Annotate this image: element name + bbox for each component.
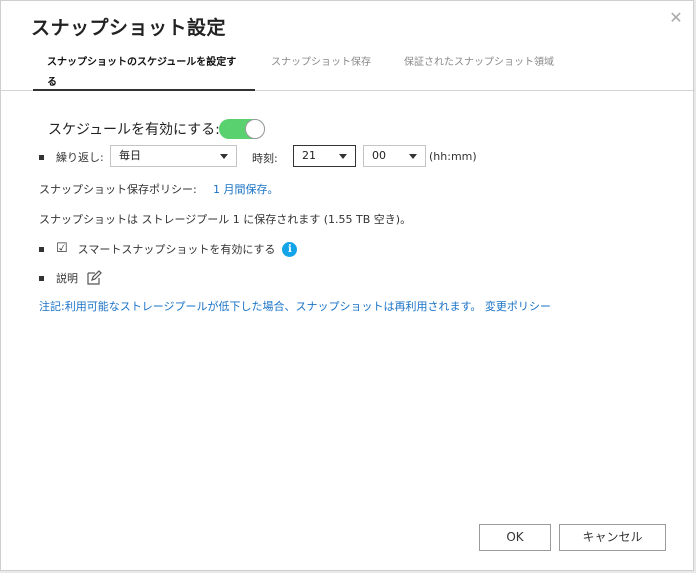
enable-schedule-toggle[interactable] (219, 119, 265, 139)
time-format-hint: (hh:mm) (429, 150, 477, 163)
retention-policy-link[interactable]: 1 月間保存。 (213, 181, 279, 197)
info-icon[interactable]: i (282, 241, 298, 257)
chevron-down-icon (339, 154, 347, 159)
minute-select-value: 00 (372, 149, 386, 162)
retention-policy-label: スナップショット保存ポリシー: (39, 183, 197, 196)
hour-select[interactable]: 21 (293, 145, 356, 167)
note-text: 注記:利用可能なストレージプールが低下した場合、スナップショットは再利用されます… (39, 298, 551, 314)
bullet-icon (39, 246, 44, 252)
enable-schedule-label: スケジュールを有効にする: (48, 122, 220, 138)
smart-snapshot-label: スマートスナップショットを有効にする (77, 243, 276, 256)
chevron-down-icon (409, 154, 417, 159)
description-row: 説明 (39, 269, 102, 287)
enable-schedule-row: スケジュールを有効にする: (48, 120, 220, 138)
note-message: 注記:利用可能なストレージプールが低下した場合、スナップショットは再利用されます… (39, 300, 482, 313)
smart-snapshot-checkbox[interactable]: ☑ (56, 242, 68, 256)
change-policy-link[interactable]: 変更ポリシー (485, 300, 551, 313)
edit-icon[interactable] (86, 270, 102, 286)
storage-info-text: スナップショットは ストレージプール 1 に保存されます (1.55 TB 空き… (39, 213, 412, 226)
cancel-button[interactable]: キャンセル (559, 524, 666, 551)
dialog-title: スナップショット設定 (31, 17, 227, 39)
repeat-label: 繰り返し: (56, 151, 104, 164)
hour-select-value: 21 (302, 149, 316, 162)
repeat-select-value: 毎日 (119, 149, 141, 162)
toggle-knob (245, 119, 265, 139)
repeat-row: 繰り返し: (39, 149, 104, 165)
bullet-icon (39, 275, 44, 281)
chevron-down-icon (220, 154, 228, 159)
smart-snapshot-row: ☑ スマートスナップショットを有効にする i (39, 241, 298, 257)
tab-retention[interactable]: スナップショット保存 (271, 53, 371, 73)
tab-schedule[interactable]: スナップショットのスケジュールを設定する (47, 53, 243, 93)
snapshot-settings-dialog: スナップショット設定 ✕ スナップショットのスケジュールを設定する スナップショ… (0, 0, 695, 571)
description-label: 説明 (56, 272, 78, 285)
time-label: 時刻: (252, 152, 278, 165)
active-tab-indicator (33, 89, 255, 91)
bullet-icon (39, 154, 44, 160)
close-icon[interactable]: ✕ (667, 9, 685, 27)
repeat-select[interactable]: 毎日 (110, 145, 237, 167)
minute-select[interactable]: 00 (363, 145, 426, 167)
ok-button[interactable]: OK (479, 524, 551, 551)
tab-guaranteed-space[interactable]: 保証されたスナップショット領域 (404, 53, 554, 73)
tab-bar: スナップショットのスケジュールを設定する スナップショット保存 保証されたスナッ… (1, 53, 695, 91)
